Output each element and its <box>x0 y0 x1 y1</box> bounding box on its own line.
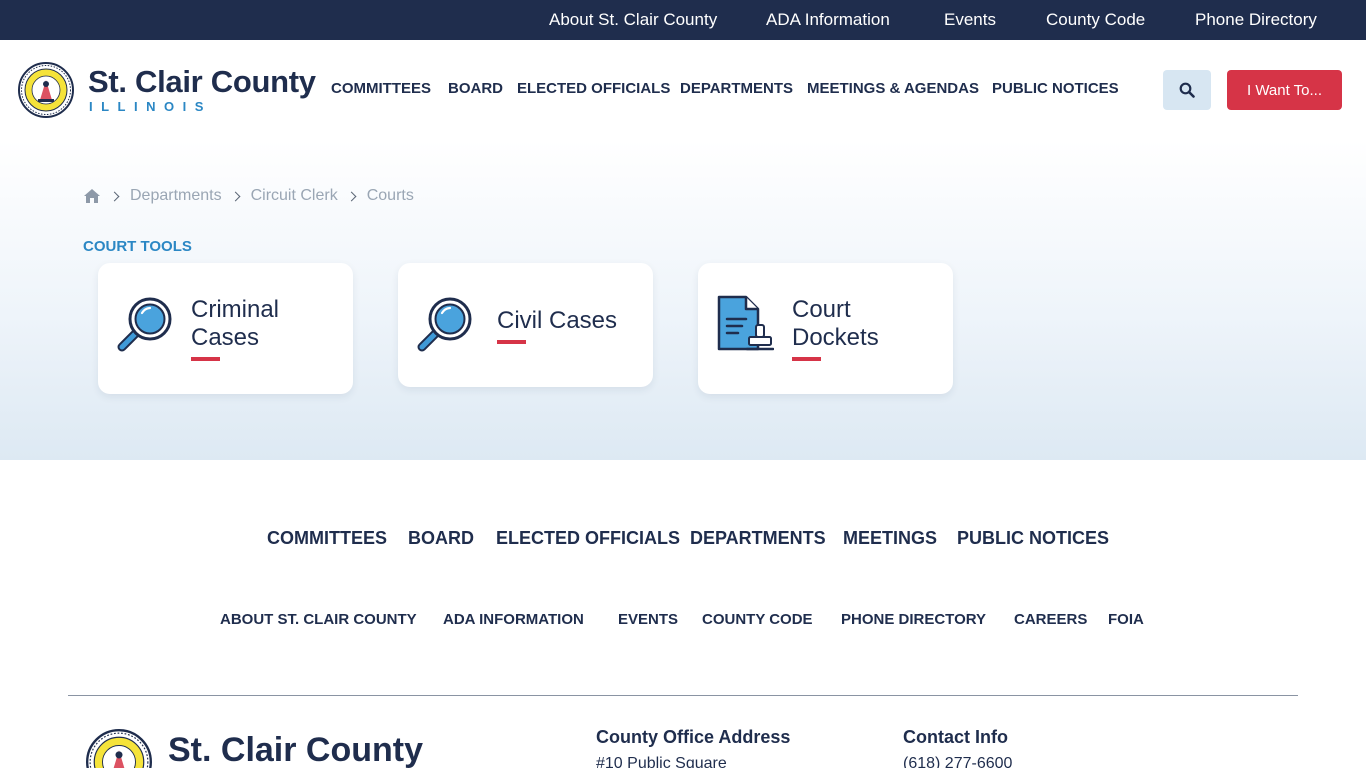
footer-divider <box>68 695 1298 696</box>
chevron-right-icon <box>346 191 357 201</box>
phone-link[interactable]: (618) 277-6600 <box>903 755 1012 768</box>
address-line: #10 Public Square <box>596 755 727 768</box>
magnifier-icon <box>417 297 472 352</box>
topbar-link-ada[interactable]: ADA Information <box>766 0 890 40</box>
footer-link-ada[interactable]: ADA INFORMATION <box>443 611 584 628</box>
title-underline <box>792 357 821 361</box>
footer-link-phone-directory[interactable]: PHONE DIRECTORY <box>841 611 986 628</box>
topbar-link-events[interactable]: Events <box>944 0 996 40</box>
section-label: COURT TOOLS <box>83 238 192 255</box>
card-civil-cases[interactable]: Civil Cases <box>398 263 653 387</box>
footer-link-foia[interactable]: FOIA <box>1108 611 1144 628</box>
nav-meetings-agendas[interactable]: MEETINGS & AGENDAS <box>807 80 979 97</box>
search-icon <box>1179 82 1195 98</box>
footer-nav-public-notices[interactable]: PUBLIC NOTICES <box>957 528 1109 549</box>
footer-nav-board[interactable]: BOARD <box>408 528 474 549</box>
breadcrumb-courts: Courts <box>366 187 414 204</box>
site-header: St. Clair County ILLINOIS COMMITTEES BOA… <box>0 40 1366 140</box>
card-title: Court <box>792 296 851 323</box>
card-title: Civil Cases <box>497 307 618 334</box>
footer-link-careers[interactable]: CAREERS <box>1014 611 1087 628</box>
footer-nav-committees[interactable]: COMMITTEES <box>267 528 387 549</box>
chevron-right-icon <box>230 191 241 201</box>
search-button[interactable] <box>1163 70 1211 110</box>
address-heading: County Office Address <box>596 727 791 747</box>
nav-public-notices[interactable]: PUBLIC NOTICES <box>992 80 1119 97</box>
nav-board[interactable]: BOARD <box>448 80 503 97</box>
topbar-link-phone-directory[interactable]: Phone Directory <box>1195 0 1317 40</box>
breadcrumb-departments[interactable]: Departments <box>130 187 222 205</box>
card-title: Dockets <box>792 324 879 351</box>
footer-link-county-code[interactable]: COUNTY CODE <box>702 611 813 628</box>
breadcrumb-circuit-clerk[interactable]: Circuit Clerk <box>251 187 338 205</box>
contact-heading: Contact Info <box>903 727 1008 747</box>
card-criminal-cases[interactable]: Criminal Cases <box>98 263 353 394</box>
utility-bar: About St. Clair County ADA Information E… <box>0 0 1366 40</box>
title-underline <box>497 340 526 344</box>
chevron-right-icon <box>109 191 120 201</box>
card-court-dockets[interactable]: Court Dockets <box>698 263 953 394</box>
home-icon[interactable] <box>83 188 101 204</box>
nav-committees[interactable]: COMMITTEES <box>331 80 431 97</box>
document-stamp-icon <box>717 295 774 351</box>
hero-section: Departments Circuit Clerk Courts COURT T… <box>0 140 1366 460</box>
topbar-link-county-code[interactable]: County Code <box>1046 0 1145 40</box>
footer-link-events[interactable]: EVENTS <box>618 611 678 628</box>
footer-nav-elected-officials[interactable]: ELECTED OFFICIALS <box>496 528 680 549</box>
nav-elected-officials[interactable]: ELECTED OFFICIALS <box>517 80 670 97</box>
topbar-link-about[interactable]: About St. Clair County <box>549 0 717 40</box>
footer-county-seal-logo[interactable] <box>86 729 152 768</box>
county-seal-logo[interactable] <box>18 62 74 118</box>
breadcrumb: Departments Circuit Clerk Courts <box>83 186 414 206</box>
i-want-to-button[interactable]: I Want To... <box>1227 70 1342 110</box>
card-title: Criminal <box>191 296 280 323</box>
magnifier-icon <box>117 297 172 352</box>
nav-departments[interactable]: DEPARTMENTS <box>680 80 793 97</box>
card-title: Cases <box>191 324 260 351</box>
footer-link-about[interactable]: ABOUT ST. CLAIR COUNTY <box>220 611 417 628</box>
footer-nav-departments[interactable]: DEPARTMENTS <box>690 528 826 549</box>
brand-name[interactable]: St. Clair County <box>88 64 316 100</box>
brand-state: ILLINOIS <box>89 99 212 114</box>
title-underline <box>191 357 220 361</box>
footer-nav-meetings[interactable]: MEETINGS <box>843 528 937 549</box>
footer-brand-name[interactable]: St. Clair County <box>168 731 423 768</box>
